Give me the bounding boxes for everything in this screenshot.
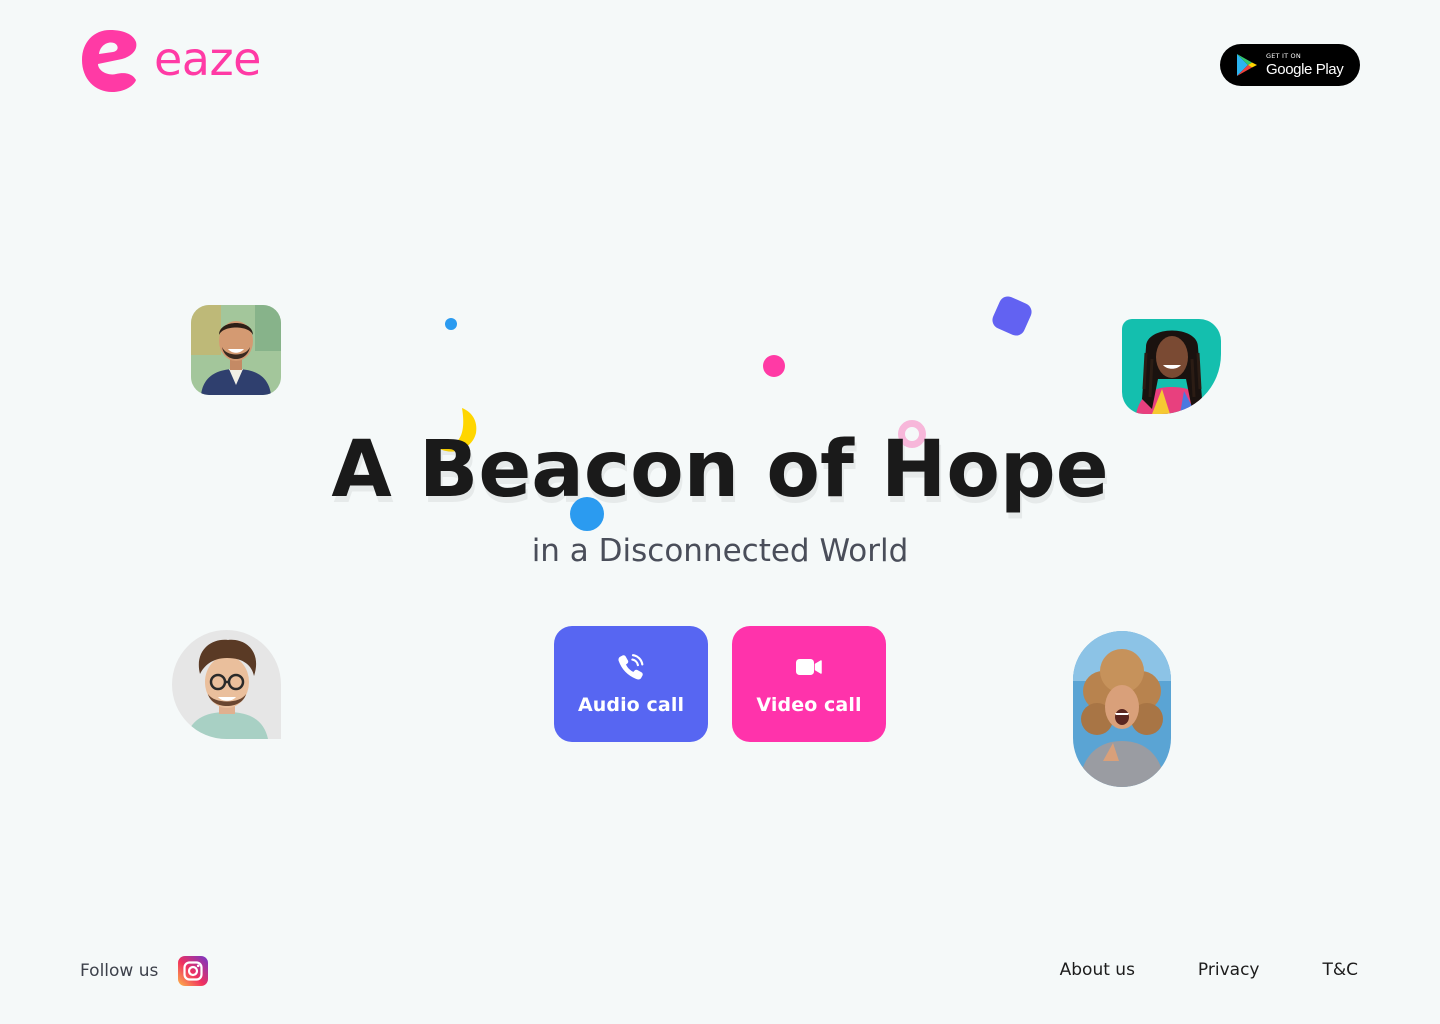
phone-icon [618,654,644,680]
google-play-label: Google Play [1266,60,1344,78]
decor-purple-square [989,293,1035,339]
avatar-woman-braids [1122,319,1221,414]
avatar-man-glasses [172,630,281,739]
eaze-logo-icon [82,30,137,92]
footer-link-privacy[interactable]: Privacy [1198,960,1260,980]
decor-blue-dot-small [445,318,457,330]
audio-call-label: Audio call [577,694,685,716]
audio-call-button[interactable]: Audio call [554,626,708,742]
footer-link-terms[interactable]: T&C [1322,960,1358,980]
decor-pink-dot [763,355,785,377]
follow-us-label: Follow us [80,961,159,981]
google-play-icon [1237,54,1257,76]
video-call-button[interactable]: Video call [732,626,886,742]
avatar-woman-curly-hair [1073,631,1171,787]
footer-nav: About us Privacy T&C [1060,960,1358,980]
video-camera-icon [796,659,822,675]
google-play-badge[interactable]: GET IT ON Google Play [1220,44,1360,86]
hero-subtitle: in a Disconnected World [531,533,909,569]
google-play-caption: GET IT ON [1266,52,1301,61]
avatar-man-suit [191,305,281,395]
brand-logo[interactable]: eaze [80,28,261,94]
hero-title: A Beacon of Hope [331,425,1109,515]
footer-link-about-us[interactable]: About us [1060,960,1135,980]
instagram-icon[interactable] [178,956,209,986]
follow-us: Follow us [80,956,209,986]
video-call-label: Video call [756,694,862,716]
decor-blue-dot-large [570,497,604,531]
brand-name: eaze [154,32,261,86]
